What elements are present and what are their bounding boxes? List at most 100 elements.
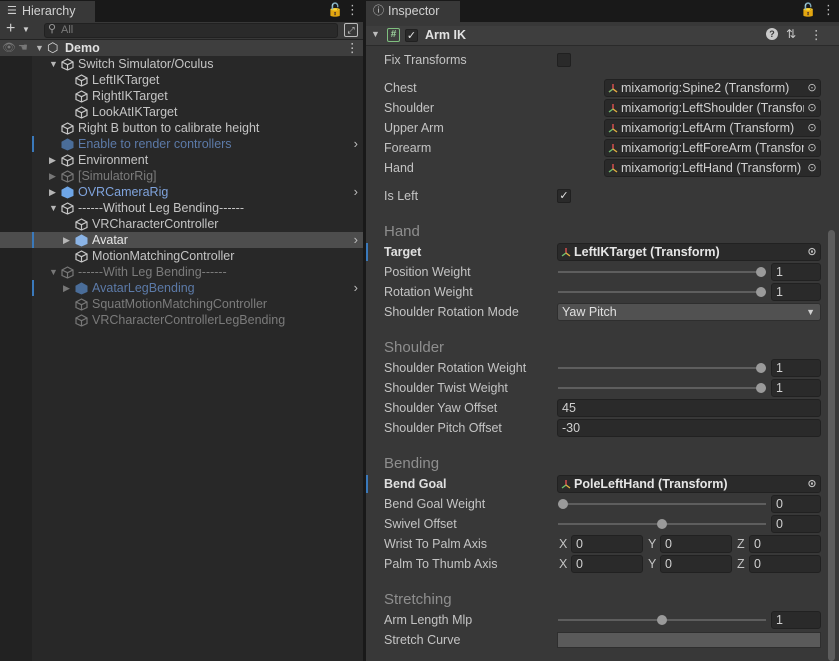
slider-thumb[interactable] [756,363,766,373]
tree-row[interactable]: RightIKTarget [0,88,363,104]
rotation-weight-slider[interactable] [558,283,766,301]
preset-icon[interactable]: ⇅ [786,27,796,41]
expand-arrow-icon[interactable]: ▼ [49,264,58,280]
chevron-right-icon[interactable]: › [354,184,358,200]
tree-row[interactable]: ▶ Environment [0,152,363,168]
upper-arm-field[interactable]: mixamorig:LeftArm (Transform) ⊙ [604,119,821,137]
slider-thumb[interactable] [657,519,667,529]
object-picker-icon[interactable]: ⊙ [804,160,820,176]
stretch-curve-field[interactable] [557,632,821,648]
scene-row[interactable]: 👁 ☚ ▼ ⬡ Demo ⋮ [0,40,363,56]
menu-icon[interactable]: ⋮ [822,2,835,18]
tree-row[interactable]: VRCharacterControllerLegBending [0,312,363,328]
gameobject-icon [61,58,74,71]
tree-row[interactable]: LookAtIKTarget [0,104,363,120]
tree-row[interactable]: Enable to render controllers › [0,136,363,152]
swivel-offset-input[interactable]: 0 [771,515,821,533]
object-picker-icon[interactable]: ⊙ [804,244,820,260]
palm-to-thumb-x-input[interactable]: 0 [571,555,643,573]
collapse-arrow-icon[interactable]: ▶ [49,184,56,200]
expand-arrow-icon[interactable]: ▼ [49,56,58,72]
rotation-weight-input[interactable]: 1 [771,283,821,301]
hierarchy-tab[interactable]: ☰ Hierarchy [0,1,95,22]
shoulder-rotation-weight-slider[interactable] [558,359,766,377]
component-menu-icon[interactable]: ⋮ [810,27,823,42]
slider-thumb[interactable] [657,615,667,625]
shoulder-twist-weight-input[interactable]: 1 [771,379,821,397]
tree-row[interactable]: VRCharacterController [0,216,363,232]
inspector-scrollbar[interactable] [826,230,837,661]
tree-row[interactable]: SquatMotionMatchingController [0,296,363,312]
wrist-to-palm-x-input[interactable]: 0 [571,535,643,553]
object-picker-icon[interactable]: ⊙ [804,140,820,156]
object-picker-icon[interactable]: ⊙ [804,100,820,116]
shoulder-twist-weight-slider[interactable] [558,379,766,397]
tree-row-selected[interactable]: ▶ Avatar › [0,232,363,248]
chest-field[interactable]: mixamorig:Spine2 (Transform) ⊙ [604,79,821,97]
component-header[interactable]: ▼ # ✓ Arm IK ? ⇅ ⋮ [366,26,839,46]
object-picker-icon[interactable]: ⊙ [804,476,820,492]
swivel-offset-slider[interactable] [558,515,766,533]
shoulder-yaw-offset-input[interactable]: 45 [557,399,821,417]
tree-row[interactable]: ▼ ------Without Leg Bending------ [0,200,363,216]
position-weight-input[interactable]: 1 [771,263,821,281]
arm-length-slider[interactable] [558,611,766,629]
bend-goal-weight-slider[interactable] [558,495,766,513]
slider-thumb[interactable] [558,499,568,509]
expand-arrow-icon[interactable]: ▼ [35,40,44,56]
tree-row[interactable]: MotionMatchingController [0,248,363,264]
help-icon[interactable]: ? [766,28,778,40]
hand-field[interactable]: mixamorig:LeftHand (Transform) ⊙ [604,159,821,177]
slider-thumb[interactable] [756,267,766,277]
forearm-field[interactable]: mixamorig:LeftForeArm (Transform) ⊙ [604,139,821,157]
palm-to-thumb-z-input[interactable]: 0 [749,555,821,573]
chevron-right-icon[interactable]: › [354,280,358,296]
tree-row[interactable]: ▶ [SimulatorRig] [0,168,363,184]
tree-row[interactable]: LeftIKTarget [0,72,363,88]
collapse-arrow-icon[interactable]: ▶ [63,232,70,248]
wrist-to-palm-y-input[interactable]: 0 [660,535,732,553]
slider-thumb[interactable] [756,287,766,297]
tree-row[interactable]: ▶ AvatarLegBending › [0,280,363,296]
pickable-hand-icon[interactable]: ☚ [18,40,28,56]
scene-visibility-icon[interactable]: ⤢ [344,23,358,37]
foldout-arrow-icon[interactable]: ▼ [371,29,380,39]
tree-row[interactable]: ▼ Switch Simulator/Oculus [0,56,363,72]
tree-row[interactable]: Right B button to calibrate height [0,120,363,136]
scrollbar-thumb[interactable] [828,230,835,661]
component-enabled-checkbox[interactable]: ✓ [405,29,418,42]
hierarchy-search-input[interactable]: ⚲ All [44,23,338,38]
slider-thumb[interactable] [756,383,766,393]
bend-goal-field[interactable]: PoleLeftHand (Transform) ⊙ [557,475,821,493]
fix-transforms-checkbox[interactable] [557,53,571,67]
add-icon[interactable]: + [6,20,15,38]
menu-icon[interactable]: ⋮ [346,2,359,18]
tree-row[interactable]: ▶ OVRCameraRig › [0,184,363,200]
shoulder-rotation-mode-dropdown[interactable]: Yaw Pitch ▼ [557,303,821,321]
is-left-checkbox[interactable]: ✓ [557,189,571,203]
bend-goal-weight-input[interactable]: 0 [771,495,821,513]
collapse-arrow-icon[interactable]: ▶ [63,280,70,296]
position-weight-slider[interactable] [558,263,766,281]
target-field[interactable]: LeftIKTarget (Transform) ⊙ [557,243,821,261]
visibility-eye-icon[interactable]: 👁 [2,40,16,56]
chevron-right-icon[interactable]: › [354,232,358,248]
tree-row[interactable]: ▼ ------With Leg Bending------ [0,264,363,280]
palm-to-thumb-y-input[interactable]: 0 [660,555,732,573]
object-picker-icon[interactable]: ⊙ [804,80,820,96]
wrist-to-palm-z-input[interactable]: 0 [749,535,821,553]
lock-icon[interactable]: 🔓 [327,2,343,18]
dropdown-arrow-icon[interactable]: ▼ [22,25,30,34]
collapse-arrow-icon[interactable]: ▶ [49,152,56,168]
collapse-arrow-icon[interactable]: ▶ [49,168,56,184]
inspector-tab[interactable]: ⓘ Inspector [366,1,460,22]
scene-menu-icon[interactable]: ⋮ [346,40,359,56]
expand-arrow-icon[interactable]: ▼ [49,200,58,216]
arm-length-input[interactable]: 1 [771,611,821,629]
shoulder-field[interactable]: mixamorig:LeftShoulder (Transform) ⊙ [604,99,821,117]
shoulder-rotation-weight-input[interactable]: 1 [771,359,821,377]
chevron-right-icon[interactable]: › [354,136,358,152]
object-picker-icon[interactable]: ⊙ [804,120,820,136]
lock-icon[interactable]: 🔓 [800,2,816,18]
shoulder-pitch-offset-input[interactable]: -30 [557,419,821,437]
